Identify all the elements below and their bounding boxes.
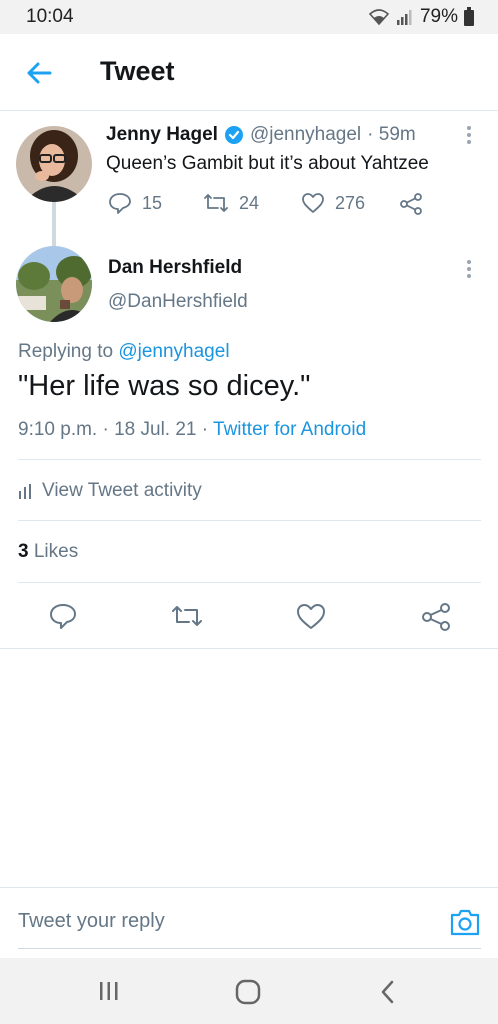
author-handle[interactable]: @jennyhagel bbox=[250, 124, 361, 146]
share-icon[interactable] bbox=[421, 603, 451, 631]
replying-to-link[interactable]: @jennyhagel bbox=[118, 341, 229, 362]
verified-badge-icon bbox=[224, 126, 243, 144]
page-title: Tweet bbox=[100, 56, 175, 86]
status-time: 10:04 bbox=[26, 6, 74, 27]
more-options-icon[interactable] bbox=[466, 126, 472, 147]
parent-tweet-header: Jenny Hagel @jennyhagel · 59m bbox=[106, 124, 416, 146]
likes-count: 3 bbox=[18, 541, 29, 562]
reply-action[interactable]: 15 bbox=[108, 192, 162, 214]
retweet-icon bbox=[204, 194, 228, 212]
back-icon[interactable] bbox=[378, 979, 398, 1005]
view-tweet-activity[interactable]: View Tweet activity bbox=[18, 480, 202, 502]
main-author-name[interactable]: Dan Hershfield bbox=[108, 257, 242, 279]
like-action[interactable]: 276 bbox=[301, 192, 365, 214]
parent-tweet-text: Queen’s Gambit but it’s about Yahtzee bbox=[106, 153, 429, 174]
home-icon[interactable] bbox=[235, 979, 261, 1005]
thread-connector bbox=[52, 202, 56, 246]
retweet-icon[interactable] bbox=[171, 603, 203, 629]
signal-icon bbox=[396, 10, 412, 25]
top-app-bar: Tweet bbox=[0, 34, 498, 111]
status-icons: 79% bbox=[368, 6, 474, 28]
main-tweet-text: "Her life was so dicey." bbox=[18, 370, 311, 402]
tweet-source-link[interactable]: Twitter for Android bbox=[213, 419, 366, 440]
reply-icon[interactable] bbox=[49, 602, 77, 630]
battery-icon bbox=[464, 7, 474, 26]
main-more-options-icon[interactable] bbox=[466, 260, 472, 281]
like-count: 276 bbox=[335, 192, 366, 213]
reply-input[interactable]: Tweet your reply bbox=[18, 910, 165, 933]
heart-icon bbox=[302, 193, 324, 213]
likes-label: Likes bbox=[33, 541, 79, 562]
tweet-metadata: 9:10 p.m. · 18 Jul. 21 · Twitter for And… bbox=[18, 419, 366, 441]
divider bbox=[18, 459, 481, 460]
tweet-timestamp: 9:10 p.m. · 18 Jul. 21 · bbox=[18, 419, 214, 440]
main-author-handle[interactable]: @DanHershfield bbox=[108, 291, 248, 313]
share-icon[interactable] bbox=[399, 193, 423, 215]
back-arrow-icon[interactable] bbox=[22, 56, 56, 90]
replying-to: Replying to @jennyhagel bbox=[18, 341, 230, 363]
reply-underline bbox=[18, 948, 481, 949]
reply-icon bbox=[109, 193, 131, 214]
system-nav-bar bbox=[0, 958, 498, 1024]
activity-label: View Tweet activity bbox=[42, 480, 202, 501]
avatar-dan-hershfield[interactable] bbox=[16, 246, 92, 322]
tweet-time-ago: · 59m bbox=[367, 124, 416, 145]
divider bbox=[0, 648, 498, 649]
divider bbox=[18, 520, 481, 521]
avatar-jenny-hagel[interactable] bbox=[16, 126, 92, 202]
heart-icon[interactable] bbox=[296, 603, 326, 630]
wifi-icon bbox=[368, 9, 390, 26]
divider bbox=[18, 582, 481, 583]
divider bbox=[0, 887, 498, 888]
camera-icon[interactable] bbox=[449, 907, 481, 937]
author-name[interactable]: Jenny Hagel bbox=[106, 124, 218, 146]
battery-percent: 79% bbox=[419, 6, 458, 27]
retweet-count: 24 bbox=[239, 192, 260, 213]
reply-count: 15 bbox=[142, 192, 163, 213]
replying-prefix: Replying to bbox=[18, 341, 119, 362]
likes-summary[interactable]: 3 Likes bbox=[18, 541, 78, 563]
recent-apps-icon[interactable] bbox=[98, 980, 120, 1002]
bar-chart-icon bbox=[19, 484, 31, 499]
status-bar: 10:04 79% bbox=[0, 0, 498, 34]
retweet-action[interactable]: 24 bbox=[203, 192, 259, 214]
